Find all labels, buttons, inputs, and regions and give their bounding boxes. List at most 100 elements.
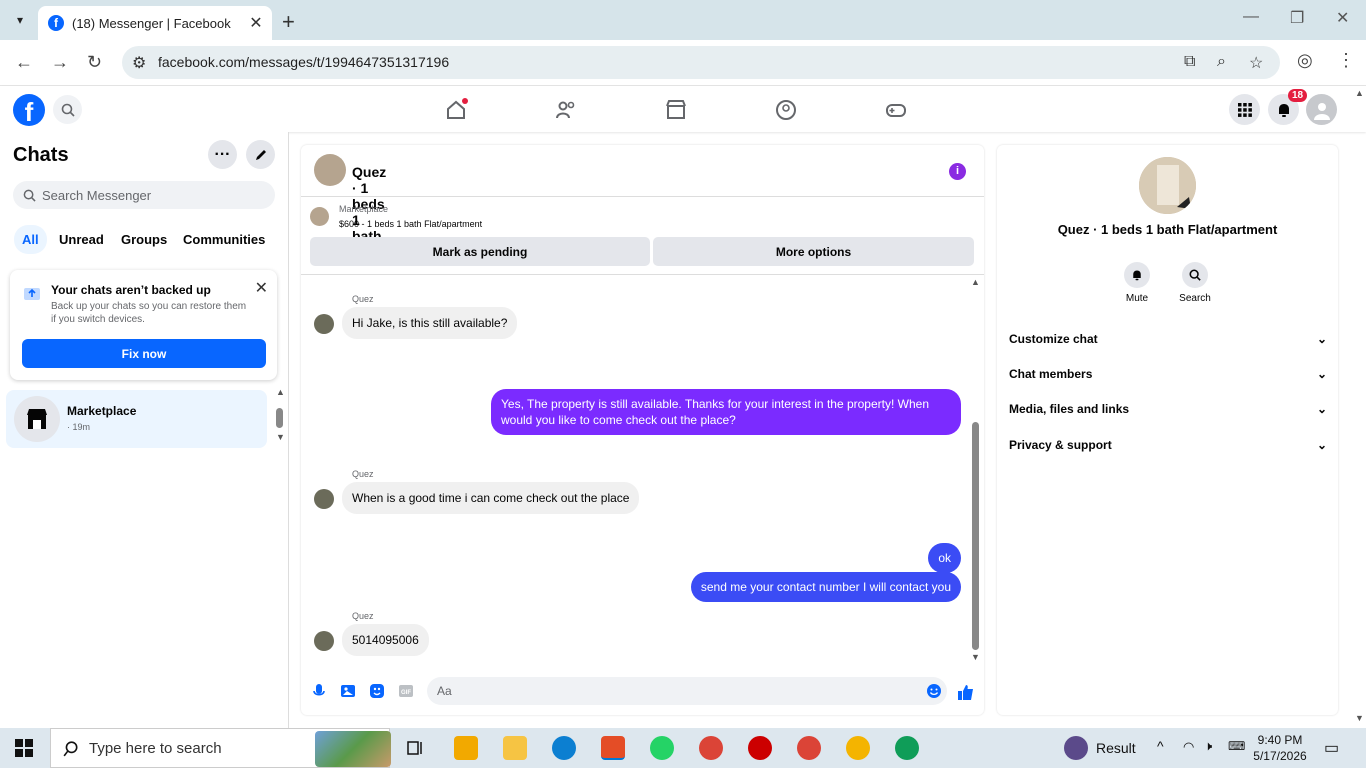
search-placeholder: Search Messenger [42, 187, 152, 203]
chrome-profile-icon[interactable] [895, 736, 919, 760]
more-options-button[interactable]: More options [653, 237, 974, 266]
outgoing-message[interactable]: ok [928, 543, 961, 573]
outgoing-message[interactable]: send me your contact number I will conta… [690, 572, 961, 602]
compose-icon[interactable] [246, 140, 275, 169]
whatsapp-icon[interactable] [650, 736, 674, 760]
section-label: Privacy & support [1009, 438, 1112, 452]
browser-menu-icon[interactable]: ⋮ [1337, 50, 1355, 71]
app-icon[interactable] [748, 736, 772, 760]
search-icon[interactable] [1182, 262, 1208, 288]
info-icon[interactable]: i [949, 163, 966, 180]
listing-title[interactable]: $600 - 1 beds 1 bath Flat/apartment [339, 219, 482, 229]
clock[interactable]: 9:40 PM 5/17/2026 [1250, 732, 1310, 764]
search-highlight-image[interactable] [315, 731, 391, 767]
messages-scrollbar[interactable]: ▲ ▼ [971, 275, 981, 665]
chrome-profile-icon[interactable] [797, 736, 821, 760]
site-info-icon[interactable]: ⚙ [132, 53, 146, 73]
more-options-icon[interactable]: ··· [208, 140, 237, 169]
sticker-icon[interactable] [369, 683, 385, 699]
mark-as-pending-button[interactable]: Mark as pending [310, 237, 650, 266]
close-tab-icon[interactable]: ✕ [246, 13, 266, 33]
filter-all[interactable]: All [14, 225, 47, 254]
message-input[interactable]: Aa [427, 677, 947, 705]
url-text[interactable]: facebook.com/messages/t/1994647351317196 [158, 54, 449, 70]
outgoing-message[interactable]: Yes, The property is still available. Th… [491, 389, 961, 435]
groups-icon[interactable] [774, 98, 798, 122]
profile-icon[interactable]: ◎ [1297, 50, 1313, 71]
back-icon[interactable]: ← [15, 52, 33, 73]
thumbs-up-icon[interactable] [957, 683, 975, 701]
chat-item-name: Marketplace [67, 404, 137, 418]
chat-title[interactable]: Quez · 1 beds 1 bath Flat/apartment [352, 164, 448, 260]
sender-avatar[interactable] [314, 314, 334, 334]
friends-icon[interactable] [554, 98, 578, 122]
filter-unread[interactable]: Unread [59, 232, 104, 247]
section-privacy-support[interactable]: Privacy & support ⌄ [1009, 438, 1327, 452]
ime-icon[interactable]: ⌨ [1228, 739, 1245, 753]
home-icon[interactable] [444, 98, 468, 122]
menu-grid-icon[interactable] [1229, 94, 1260, 125]
marketplace-listing-bar: Marketplace $600 - 1 beds 1 bath Flat/ap… [301, 197, 984, 275]
section-chat-members[interactable]: Chat members ⌄ [1009, 367, 1327, 381]
url-bar[interactable]: ⚙ facebook.com/messages/t/19946473513171… [122, 46, 1280, 79]
widget-label[interactable]: Result [1096, 740, 1136, 756]
section-media-files-links[interactable]: Media, files and links ⌄ [1009, 402, 1327, 416]
microphone-icon[interactable] [311, 683, 327, 699]
bookmark-star-icon[interactable]: ☆ [1249, 53, 1263, 73]
active-app-icon[interactable] [601, 736, 625, 760]
listing-source: Marketplace [339, 204, 389, 214]
zoom-icon[interactable]: ⌕ [1217, 53, 1226, 71]
emoji-icon[interactable] [926, 683, 942, 699]
photo-icon[interactable] [340, 683, 356, 699]
install-app-icon[interactable]: ⧉ [1184, 53, 1195, 71]
microsoft-store-icon[interactable] [454, 736, 478, 760]
restore-icon[interactable]: ❐ [1290, 8, 1304, 28]
close-banner-icon[interactable]: ✕ [255, 278, 268, 298]
contact-avatar[interactable] [314, 154, 346, 186]
mute-bell-icon[interactable] [1124, 262, 1150, 288]
contact-large-avatar[interactable] [1139, 157, 1196, 214]
incoming-message[interactable]: Hi Jake, is this still available? [342, 307, 518, 339]
browser-tab[interactable]: f (18) Messenger | Facebook ✕ [38, 6, 272, 40]
edge-icon[interactable] [552, 736, 576, 760]
close-window-icon[interactable]: ✕ [1336, 8, 1349, 28]
minimize-icon[interactable]: — [1243, 8, 1259, 26]
chat-list-item[interactable]: Marketplace · 19m [6, 390, 267, 448]
clock-time: 9:40 PM [1257, 733, 1303, 747]
facebook-logo[interactable]: f [13, 94, 45, 126]
search-icon[interactable] [53, 95, 82, 124]
search-messenger-input[interactable]: Search Messenger [13, 181, 275, 209]
chat-panel: Quez · 1 beds 1 bath Flat/apartment i Ma… [301, 145, 984, 715]
tray-chevron-icon[interactable]: ^ [1157, 738, 1164, 754]
volume-icon[interactable]: 🕨 [1204, 738, 1212, 754]
chrome-profile-icon[interactable] [846, 736, 870, 760]
chrome-icon[interactable] [699, 736, 723, 760]
forward-icon[interactable]: → [51, 52, 69, 73]
marketplace-icon[interactable] [664, 98, 688, 122]
filter-groups[interactable]: Groups [121, 232, 167, 247]
wifi-icon[interactable]: ◠ [1183, 739, 1194, 755]
section-customize-chat[interactable]: Customize chat ⌄ [1009, 332, 1327, 346]
account-avatar[interactable] [1306, 94, 1337, 125]
taskbar-search-input[interactable]: Type here to search [50, 728, 391, 768]
gaming-icon[interactable] [884, 98, 908, 122]
incoming-message[interactable]: 5014095006 [342, 624, 429, 656]
fix-now-button[interactable]: Fix now [22, 339, 266, 368]
page-scrollbar[interactable]: ▲ ▼ [1354, 86, 1366, 728]
reload-icon[interactable]: ↻ [87, 52, 102, 73]
listing-thumbnail[interactable] [310, 207, 329, 226]
sender-avatar[interactable] [314, 631, 334, 651]
incoming-message[interactable]: When is a good time i can come check out… [342, 482, 640, 514]
notification-center-icon[interactable]: ▭ [1324, 738, 1339, 758]
search-label: Search [1179, 293, 1211, 304]
new-tab-icon[interactable]: + [282, 9, 295, 35]
widget-icon[interactable] [1064, 736, 1088, 760]
tab-search-dropdown-icon[interactable]: ▾ [7, 9, 33, 31]
sender-avatar[interactable] [314, 489, 334, 509]
sidebar-scrollbar[interactable]: ▲ ▼ [275, 387, 285, 442]
file-explorer-icon[interactable] [503, 736, 527, 760]
windows-start-icon[interactable] [15, 739, 33, 757]
filter-communities[interactable]: Communities [183, 232, 265, 247]
task-view-icon[interactable] [404, 736, 428, 760]
gif-icon[interactable]: GIF [398, 683, 414, 699]
